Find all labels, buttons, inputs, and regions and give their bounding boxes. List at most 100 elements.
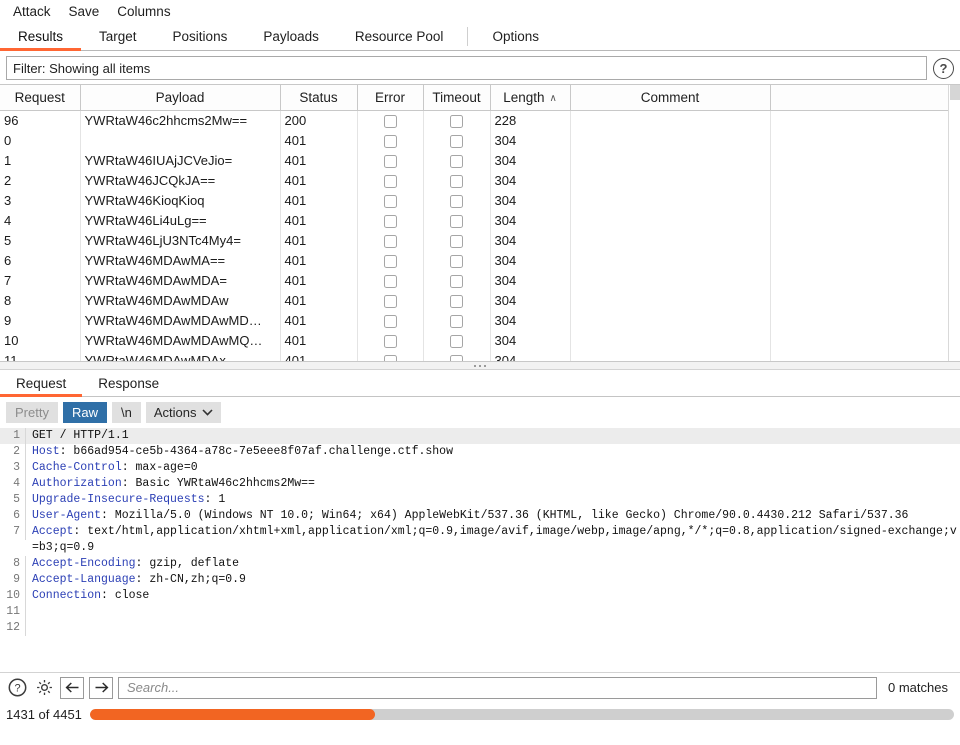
error-checkbox[interactable] bbox=[383, 294, 397, 308]
cell-timeout bbox=[423, 330, 491, 350]
cell-payload: YWRtaW46MDAwMA== bbox=[80, 250, 281, 270]
timeout-checkbox[interactable] bbox=[450, 354, 463, 361]
col-header-error[interactable]: Error bbox=[357, 85, 424, 111]
cell-extra bbox=[770, 230, 948, 250]
col-header-timeout[interactable]: Timeout bbox=[423, 85, 491, 111]
code-line: 2 Host: b66ad954-ce5b-4364-a78c-7e5eee8f0… bbox=[0, 444, 960, 460]
table-row[interactable]: 96 YWRtaW46c2hhcms2Mw== 200 228 bbox=[0, 110, 948, 130]
actions-button[interactable]: Actions bbox=[145, 402, 222, 423]
tab-options-label: Options bbox=[492, 29, 539, 44]
cell-status: 401 bbox=[280, 290, 358, 310]
settings-gear-icon[interactable] bbox=[33, 677, 55, 699]
col-header-length[interactable]: Length ∧ bbox=[490, 85, 571, 111]
tab-separator bbox=[467, 27, 469, 46]
timeout-checkbox[interactable] bbox=[450, 174, 463, 188]
error-checkbox[interactable] bbox=[383, 114, 397, 128]
table-row[interactable]: 5 YWRtaW46LjU3NTc4My4= 401 304 bbox=[0, 230, 948, 250]
col-header-comment[interactable]: Comment bbox=[570, 85, 771, 111]
timeout-checkbox[interactable] bbox=[450, 154, 463, 168]
error-checkbox[interactable] bbox=[383, 334, 397, 348]
menu-columns[interactable]: Columns bbox=[109, 2, 178, 21]
timeout-checkbox[interactable] bbox=[450, 214, 463, 228]
table-row[interactable]: 3 YWRtaW46KioqKioq 401 304 bbox=[0, 190, 948, 210]
error-checkbox[interactable] bbox=[383, 154, 397, 168]
tab-request[interactable]: Request bbox=[0, 370, 83, 397]
table-row[interactable]: 6 YWRtaW46MDAwMA== 401 304 bbox=[0, 250, 948, 270]
error-checkbox[interactable] bbox=[383, 354, 397, 361]
pretty-button[interactable]: Pretty bbox=[6, 402, 58, 423]
table-row[interactable]: 9 YWRtaW46MDAwMDAwMD… 401 304 bbox=[0, 310, 948, 330]
cell-extra bbox=[770, 210, 948, 230]
table-row[interactable]: 0 401 304 bbox=[0, 130, 948, 150]
col-header-request[interactable]: Request bbox=[0, 85, 81, 111]
table-row[interactable]: 8 YWRtaW46MDAwMDAw 401 304 bbox=[0, 290, 948, 310]
search-previous-button[interactable] bbox=[60, 676, 84, 699]
tab-resource-pool[interactable]: Resource Pool bbox=[337, 23, 462, 50]
menu-attack[interactable]: Attack bbox=[5, 2, 59, 21]
table-row[interactable]: 7 YWRtaW46MDAwMDA= 401 304 bbox=[0, 270, 948, 290]
timeout-checkbox[interactable] bbox=[450, 274, 463, 288]
table-row[interactable]: 4 YWRtaW46Li4uLg== 401 304 bbox=[0, 210, 948, 230]
cell-request: 3 bbox=[0, 190, 81, 210]
cell-error bbox=[357, 290, 424, 310]
timeout-checkbox[interactable] bbox=[450, 194, 463, 208]
search-next-button[interactable] bbox=[89, 676, 113, 699]
split-divider-handle[interactable] bbox=[0, 362, 960, 370]
timeout-checkbox[interactable] bbox=[450, 294, 463, 308]
error-checkbox[interactable] bbox=[383, 214, 397, 228]
menu-save[interactable]: Save bbox=[61, 2, 108, 21]
error-checkbox[interactable] bbox=[383, 234, 397, 248]
table-row[interactable]: 1 YWRtaW46IUAjJCVeJio= 401 304 bbox=[0, 150, 948, 170]
attack-progress-fill bbox=[89, 708, 376, 720]
error-checkbox[interactable] bbox=[383, 314, 397, 328]
table-row[interactable]: 10 YWRtaW46MDAwMDAwMQ… 401 304 bbox=[0, 330, 948, 350]
error-checkbox[interactable] bbox=[383, 274, 397, 288]
tab-target[interactable]: Target bbox=[81, 23, 155, 50]
search-field[interactable] bbox=[118, 676, 878, 699]
cell-payload: YWRtaW46MDAwMDAwMD… bbox=[80, 310, 281, 330]
cell-status: 200 bbox=[280, 110, 358, 130]
cell-extra bbox=[770, 150, 948, 170]
results-vertical-scrollbar[interactable] bbox=[948, 85, 960, 361]
attack-status-bar: 1431 of 4451 bbox=[0, 702, 960, 726]
header-name: User-Agent bbox=[32, 509, 102, 522]
tab-positions[interactable]: Positions bbox=[155, 23, 246, 50]
filter-field[interactable]: Filter: Showing all items bbox=[6, 56, 927, 80]
request-editor[interactable]: 1 GET / HTTP/1.1 2 Host: b66ad954-ce5b-4364… bbox=[0, 428, 960, 672]
timeout-checkbox[interactable] bbox=[450, 134, 463, 148]
cell-request: 11 bbox=[0, 350, 81, 361]
timeout-checkbox[interactable] bbox=[450, 334, 463, 348]
col-header-payload[interactable]: Payload bbox=[80, 85, 281, 111]
tab-results[interactable]: Results bbox=[0, 23, 82, 51]
cell-payload: YWRtaW46MDAwMDAw bbox=[80, 290, 281, 310]
timeout-checkbox[interactable] bbox=[450, 234, 463, 248]
cell-request: 1 bbox=[0, 150, 81, 170]
error-checkbox[interactable] bbox=[383, 254, 397, 268]
raw-button[interactable]: Raw bbox=[62, 402, 107, 423]
help-icon[interactable]: ? bbox=[933, 57, 954, 79]
timeout-checkbox[interactable] bbox=[450, 254, 463, 268]
editor-toolbar: Pretty Raw \n Actions bbox=[0, 397, 960, 428]
cell-payload: YWRtaW46MDAwMDA= bbox=[80, 270, 281, 290]
cell-status: 401 bbox=[280, 230, 358, 250]
code-line: 10 Connection: close bbox=[0, 588, 960, 604]
timeout-checkbox[interactable] bbox=[450, 114, 463, 128]
col-header-extra[interactable] bbox=[770, 85, 948, 111]
search-help-icon[interactable]: ? bbox=[6, 677, 28, 699]
cell-status: 401 bbox=[280, 210, 358, 230]
tab-response[interactable]: Response bbox=[82, 370, 175, 396]
timeout-checkbox[interactable] bbox=[450, 314, 463, 328]
header-name: Accept-Encoding bbox=[32, 557, 136, 570]
header-value: : close bbox=[101, 589, 150, 602]
table-row[interactable]: 2 YWRtaW46JCQkJA== 401 304 bbox=[0, 170, 948, 190]
newline-button[interactable]: \n bbox=[111, 402, 141, 423]
error-checkbox[interactable] bbox=[383, 174, 397, 188]
error-checkbox[interactable] bbox=[383, 194, 397, 208]
error-checkbox[interactable] bbox=[383, 134, 397, 148]
col-header-status[interactable]: Status bbox=[280, 85, 358, 111]
tab-payloads[interactable]: Payloads bbox=[245, 23, 337, 50]
search-input[interactable] bbox=[125, 679, 871, 696]
results-scrollbar-thumb[interactable] bbox=[950, 85, 960, 100]
tab-options[interactable]: Options bbox=[474, 23, 557, 50]
table-row[interactable]: 11 YWRtaW46MDAwMDAx 401 304 bbox=[0, 350, 948, 361]
